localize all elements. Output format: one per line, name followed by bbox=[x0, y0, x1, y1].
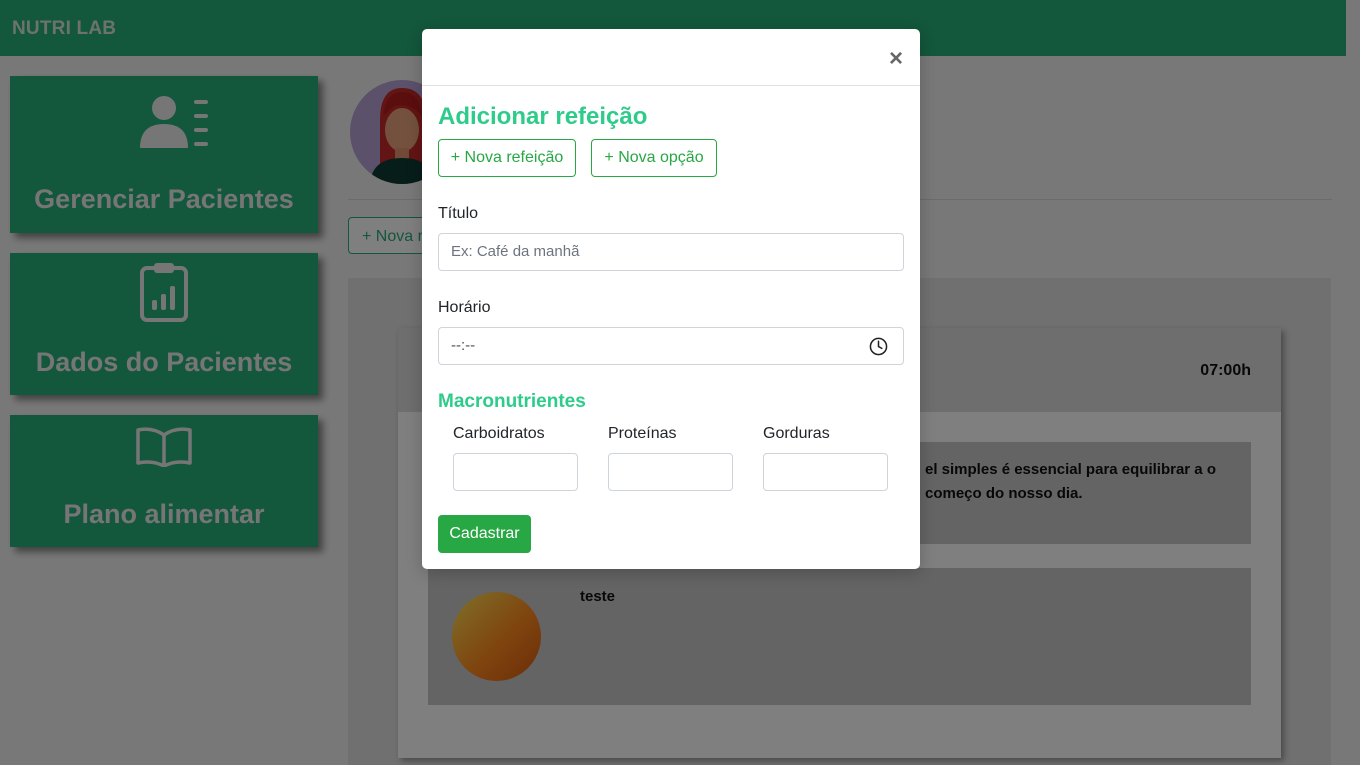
clock-icon[interactable] bbox=[869, 337, 888, 356]
carbs-input[interactable] bbox=[453, 453, 578, 491]
close-icon[interactable]: × bbox=[889, 47, 903, 71]
title-placeholder: Ex: Café da manhã bbox=[451, 243, 580, 260]
modal-title: Adicionar refeição bbox=[438, 103, 648, 130]
time-label: Horário bbox=[438, 299, 491, 316]
fat-label: Gorduras bbox=[763, 425, 830, 442]
macros-title: Macronutrientes bbox=[438, 391, 586, 412]
protein-label: Proteínas bbox=[608, 425, 677, 442]
carbs-label: Carboidratos bbox=[453, 425, 545, 442]
title-input[interactable]: Ex: Café da manhã bbox=[438, 233, 904, 271]
time-value: --:-- bbox=[451, 337, 476, 354]
modal-header: × bbox=[422, 29, 920, 86]
protein-input[interactable] bbox=[608, 453, 733, 491]
new-option-button[interactable]: + Nova opção bbox=[591, 139, 717, 177]
add-meal-modal: × Adicionar refeição + Nova refeição + N… bbox=[422, 29, 920, 569]
new-meal-button[interactable]: + Nova refeição bbox=[438, 139, 576, 177]
title-label: Título bbox=[438, 205, 479, 222]
time-input[interactable]: --:-- bbox=[438, 327, 904, 365]
fat-input[interactable] bbox=[763, 453, 888, 491]
submit-button[interactable]: Cadastrar bbox=[438, 515, 531, 553]
